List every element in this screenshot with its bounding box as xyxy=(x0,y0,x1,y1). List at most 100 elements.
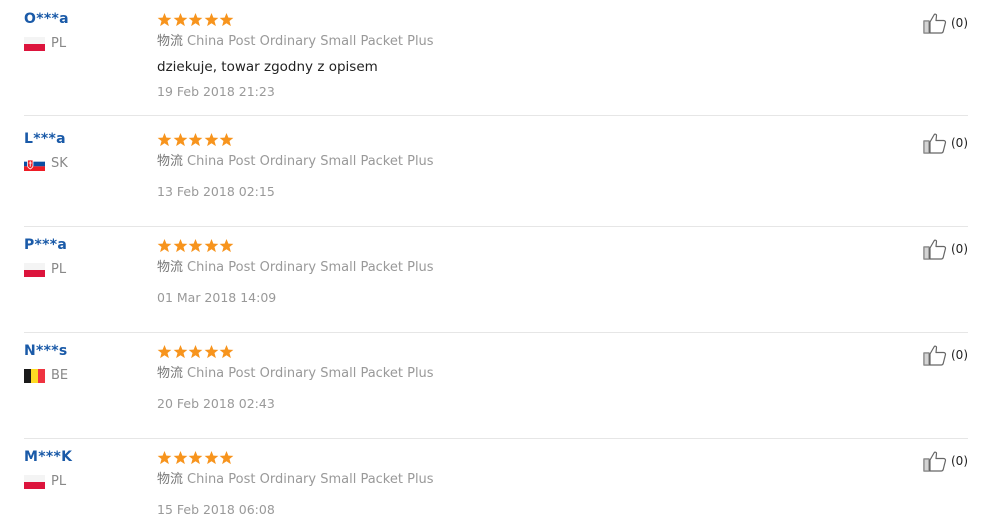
star-icon xyxy=(188,238,203,253)
star-rating xyxy=(157,10,857,28)
country-code: PL xyxy=(51,474,67,489)
review-user: P***a PL xyxy=(24,236,144,277)
helpful-button[interactable]: (0) xyxy=(923,132,968,154)
star-icon xyxy=(157,12,172,27)
star-icon xyxy=(157,450,172,465)
logistics-method: China Post Ordinary Small Packet Plus xyxy=(187,366,434,381)
username-link[interactable]: N***s xyxy=(24,342,144,360)
helpful-button[interactable]: (0) xyxy=(923,344,968,366)
star-icon xyxy=(188,132,203,147)
review-item: L***a SK 物流 China Post Ordinary Small Pac… xyxy=(24,120,968,227)
review-date: 20 Feb 2018 02:43 xyxy=(157,396,275,411)
logistics-method: China Post Ordinary Small Packet Plus xyxy=(187,154,434,169)
helpful-count: (0) xyxy=(951,348,968,362)
country-code: BE xyxy=(51,368,69,383)
username-link[interactable]: P***a xyxy=(24,236,144,254)
review-item: O***a PL 物流 China Post Ordinary Small Pac… xyxy=(24,0,968,116)
star-icon xyxy=(204,238,219,253)
logistics-info: 物流 China Post Ordinary Small Packet Plus xyxy=(157,153,857,171)
username-link[interactable]: O***a xyxy=(24,10,144,28)
star-icon xyxy=(157,238,172,253)
logistics-info: 物流 China Post Ordinary Small Packet Plus xyxy=(157,33,857,51)
flag-sk-icon xyxy=(24,157,45,171)
logistics-label: 物流 xyxy=(157,154,184,169)
logistics-method: China Post Ordinary Small Packet Plus xyxy=(187,34,434,49)
helpful-button[interactable]: (0) xyxy=(923,12,968,34)
flag-be-icon xyxy=(24,369,45,383)
logistics-info: 物流 China Post Ordinary Small Packet Plus xyxy=(157,471,857,489)
review-date: 13 Feb 2018 02:15 xyxy=(157,184,275,199)
star-icon xyxy=(219,132,234,147)
star-icon xyxy=(204,12,219,27)
country-code: PL xyxy=(51,262,67,277)
helpful-count: (0) xyxy=(951,242,968,256)
star-icon xyxy=(188,450,203,465)
logistics-label: 物流 xyxy=(157,366,184,381)
thumbs-up-icon[interactable] xyxy=(923,450,947,472)
helpful-count: (0) xyxy=(951,16,968,30)
username-link[interactable]: L***a xyxy=(24,130,144,148)
helpful-count: (0) xyxy=(951,454,968,468)
star-icon xyxy=(173,450,188,465)
thumbs-up-icon[interactable] xyxy=(923,132,947,154)
review-item: P***a PL 物流 China Post Ordinary Small Pac… xyxy=(24,226,968,333)
star-rating xyxy=(157,448,857,466)
review-user: O***a PL xyxy=(24,10,144,51)
logistics-label: 物流 xyxy=(157,260,184,275)
country: PL xyxy=(24,37,144,51)
star-icon xyxy=(219,12,234,27)
review-content: 物流 China Post Ordinary Small Packet Plus … xyxy=(157,10,857,100)
star-icon xyxy=(188,12,203,27)
country: SK xyxy=(24,157,144,171)
star-icon xyxy=(219,344,234,359)
review-content: 物流 China Post Ordinary Small Packet Plus … xyxy=(157,130,857,200)
thumbs-up-icon[interactable] xyxy=(923,344,947,366)
flag-pl-icon xyxy=(24,263,45,277)
feedback-list: O***a PL 物流 China Post Ordinary Small Pac… xyxy=(0,0,1000,517)
star-icon xyxy=(173,12,188,27)
star-icon xyxy=(173,344,188,359)
logistics-method: China Post Ordinary Small Packet Plus xyxy=(187,260,434,275)
country: PL xyxy=(24,475,144,489)
helpful-button[interactable]: (0) xyxy=(923,238,968,260)
helpful-button[interactable]: (0) xyxy=(923,450,968,472)
helpful-count: (0) xyxy=(951,136,968,150)
star-icon xyxy=(219,450,234,465)
thumbs-up-icon[interactable] xyxy=(923,12,947,34)
star-icon xyxy=(173,238,188,253)
review-content: 物流 China Post Ordinary Small Packet Plus … xyxy=(157,448,857,518)
country: BE xyxy=(24,369,144,383)
review-item: M***K PL 物流 China Post Ordinary Small Pac… xyxy=(24,438,968,517)
star-rating xyxy=(157,130,857,148)
username-link[interactable]: M***K xyxy=(24,448,144,466)
country-code: PL xyxy=(51,36,67,51)
logistics-info: 物流 China Post Ordinary Small Packet Plus xyxy=(157,365,857,383)
review-item: N***s BE 物流 China Post Ordinary Small Pac… xyxy=(24,332,968,439)
logistics-label: 物流 xyxy=(157,34,184,49)
country-code: SK xyxy=(51,156,68,171)
star-icon xyxy=(173,132,188,147)
feedback-text: dziekuje, towar zgodny z opisem xyxy=(157,59,378,75)
review-content: 物流 China Post Ordinary Small Packet Plus … xyxy=(157,236,857,306)
star-icon xyxy=(204,132,219,147)
star-rating xyxy=(157,236,857,254)
review-date: 01 Mar 2018 14:09 xyxy=(157,290,277,305)
flag-pl-icon xyxy=(24,37,45,51)
thumbs-up-icon[interactable] xyxy=(923,238,947,260)
review-date: 15 Feb 2018 06:08 xyxy=(157,502,275,517)
star-icon xyxy=(157,132,172,147)
country: PL xyxy=(24,263,144,277)
review-user: M***K PL xyxy=(24,448,144,489)
star-icon xyxy=(204,450,219,465)
star-icon xyxy=(188,344,203,359)
flag-pl-icon xyxy=(24,475,45,489)
logistics-method: China Post Ordinary Small Packet Plus xyxy=(187,472,434,487)
star-icon xyxy=(157,344,172,359)
logistics-label: 物流 xyxy=(157,472,184,487)
review-content: 物流 China Post Ordinary Small Packet Plus … xyxy=(157,342,857,412)
review-user: L***a SK xyxy=(24,130,144,171)
star-icon xyxy=(204,344,219,359)
star-icon xyxy=(219,238,234,253)
star-rating xyxy=(157,342,857,360)
logistics-info: 物流 China Post Ordinary Small Packet Plus xyxy=(157,259,857,277)
